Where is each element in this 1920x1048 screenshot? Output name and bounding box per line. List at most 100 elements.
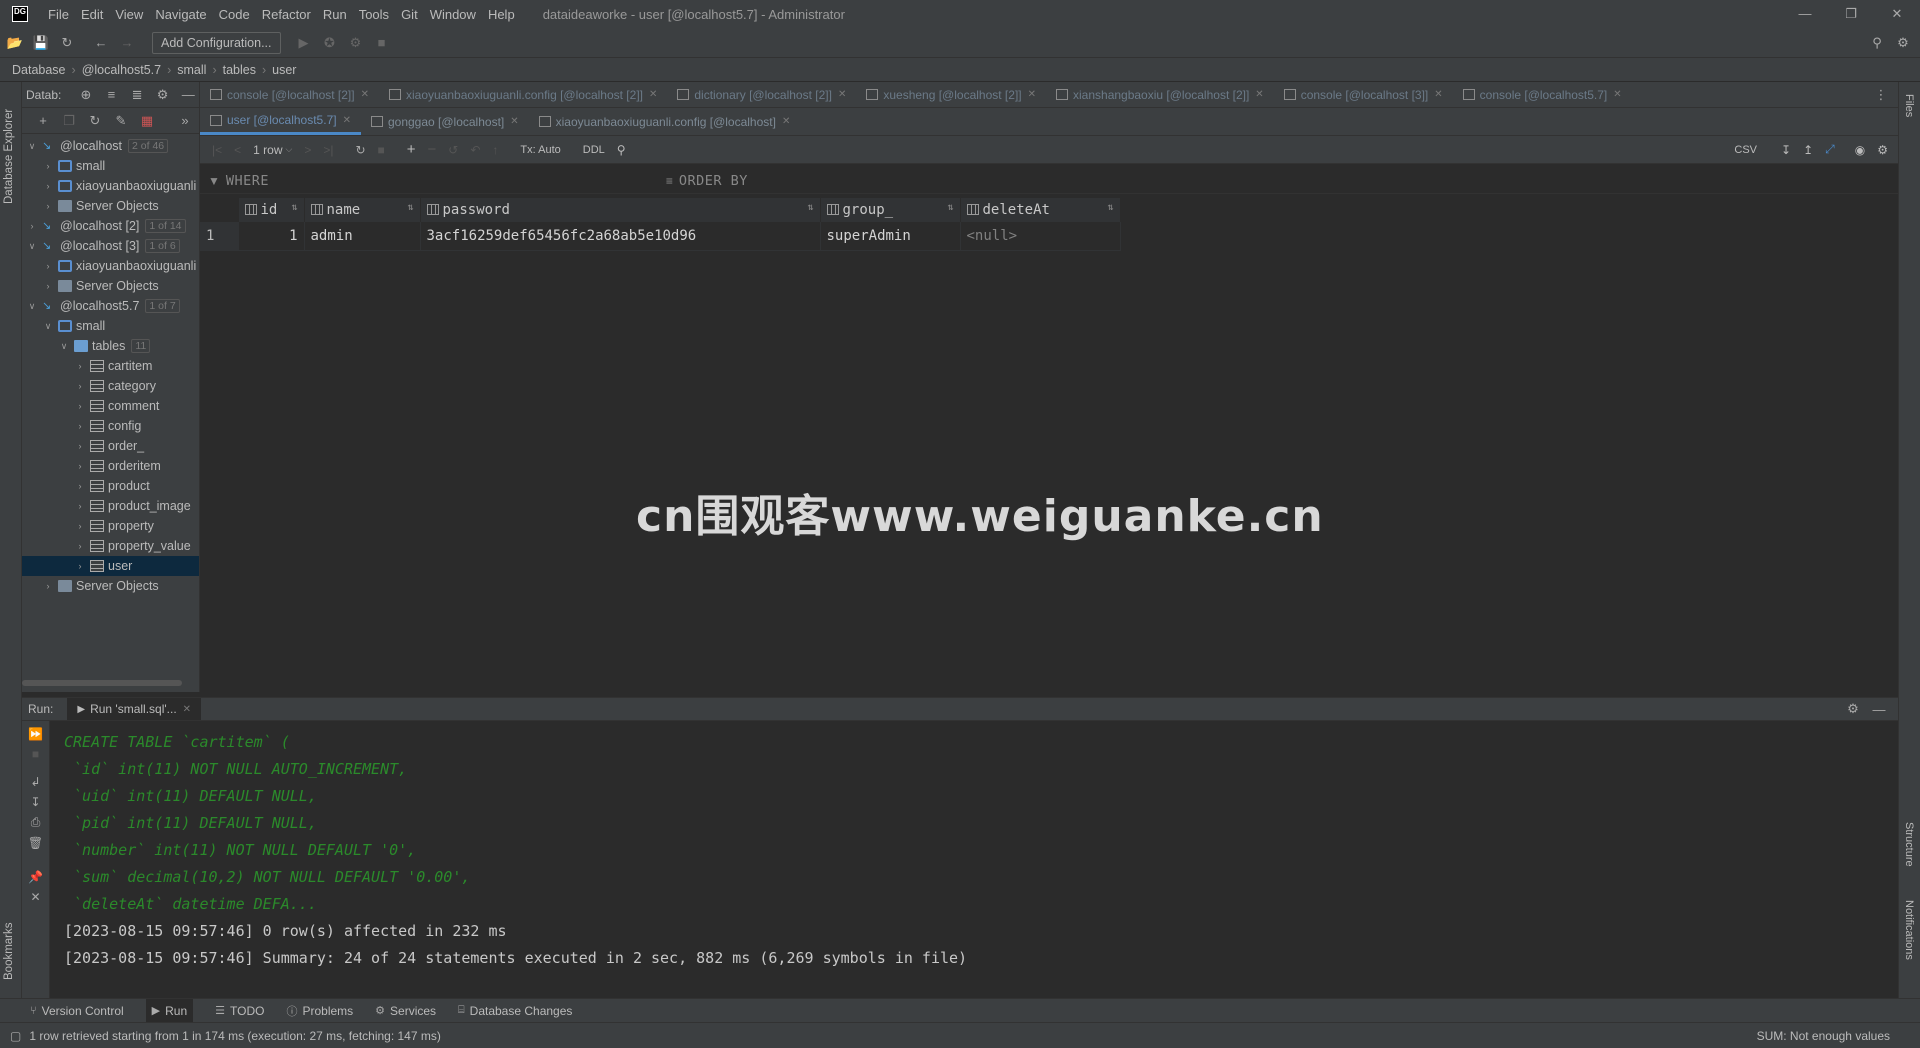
tree-item[interactable]: › orderitem: [22, 456, 199, 476]
menu-run[interactable]: Run: [317, 7, 353, 22]
chevron-right-icon[interactable]: ›: [74, 561, 86, 571]
close-icon[interactable]: ✕: [1874, 0, 1920, 28]
hide-panel-icon[interactable]: —: [177, 84, 199, 106]
copy-icon[interactable]: ❐: [58, 110, 80, 132]
editor-tab[interactable]: user [@localhost5.7] ✕: [200, 109, 361, 135]
more-tabs-icon[interactable]: ⋮: [1870, 84, 1892, 106]
tool-structure[interactable]: Structure: [1903, 822, 1915, 867]
cell-group_[interactable]: superAdmin: [820, 222, 961, 251]
search-icon[interactable]: ⚲: [617, 143, 626, 157]
pin-icon[interactable]: 📌: [28, 870, 43, 884]
close-tab-icon[interactable]: ✕: [361, 89, 369, 100]
column-header-deleteAt[interactable]: deleteAt ⇅: [960, 198, 1121, 222]
tool-notifications[interactable]: Notifications: [1903, 900, 1915, 960]
tree-item[interactable]: › property_value: [22, 536, 199, 556]
breadcrumb-item[interactable]: small: [177, 63, 206, 77]
refresh-icon[interactable]: ↻: [84, 110, 106, 132]
stop-run-icon[interactable]: ■: [32, 747, 39, 761]
tree-item[interactable]: ∨ ↘ @localhost 2 of 46: [22, 136, 199, 156]
restore-icon[interactable]: ❐: [1828, 0, 1874, 28]
tree-item[interactable]: › xiaoyuanbaoxiuguanli: [22, 176, 199, 196]
add-configuration-button[interactable]: Add Configuration...: [152, 31, 281, 54]
collapse-all-icon[interactable]: ≣: [126, 84, 148, 106]
menu-view[interactable]: View: [109, 7, 149, 22]
close-tab-icon[interactable]: ✕: [183, 704, 191, 715]
where-filter[interactable]: WHERE: [226, 173, 626, 189]
menu-file[interactable]: File: [42, 7, 75, 22]
sort-icon[interactable]: ⇅: [1107, 202, 1113, 213]
close-tab-icon[interactable]: ✕: [510, 116, 518, 127]
column-header-name[interactable]: name ⇅: [304, 198, 421, 222]
run-settings-icon[interactable]: ⚙: [1842, 698, 1864, 720]
rerun-icon[interactable]: ⏩: [28, 727, 43, 741]
menu-navigate[interactable]: Navigate: [149, 7, 212, 22]
tree-item[interactable]: › Server Objects: [22, 276, 199, 296]
chevron-right-icon[interactable]: ›: [74, 421, 86, 431]
breadcrumb-item[interactable]: tables: [223, 63, 256, 77]
cell-deleteAt[interactable]: <null>: [960, 222, 1121, 251]
grid-settings-icon[interactable]: ⚙: [1877, 143, 1888, 157]
table-row[interactable]: 1 1 admin 3acf16259def65456fc2a68ab5e10d96 s…: [200, 222, 1121, 251]
compare-icon[interactable]: ⤢: [1825, 142, 1835, 157]
tree-item[interactable]: › small: [22, 156, 199, 176]
chevron-right-icon[interactable]: ›: [42, 581, 54, 591]
close-tab-icon[interactable]: ✕: [1613, 89, 1621, 100]
first-page-icon[interactable]: |<: [212, 143, 222, 157]
editor-tab[interactable]: console [@localhost5.7] ✕: [1453, 82, 1632, 108]
menu-window[interactable]: Window: [424, 7, 482, 22]
target-icon[interactable]: ⊕: [75, 84, 97, 106]
gear-icon[interactable]: ⚙: [152, 84, 174, 106]
close-tab-icon[interactable]: ✕: [838, 89, 846, 100]
tree-item[interactable]: › cartitem: [22, 356, 199, 376]
chevron-right-icon[interactable]: ›: [74, 481, 86, 491]
tool-database-changes[interactable]: ⌸ Database Changes: [458, 1004, 572, 1018]
revert-icon[interactable]: ↺: [448, 143, 458, 157]
tool-database-explorer[interactable]: Database Explorer: [3, 88, 15, 204]
chevron-right-icon[interactable]: ›: [74, 401, 86, 411]
tool-files[interactable]: Files: [1903, 94, 1915, 117]
editor-tab[interactable]: xiaoyuanbaoxiuguanli.config [@localhost …: [379, 82, 667, 108]
chevron-right-icon[interactable]: ›: [74, 381, 86, 391]
tool-bookmarks[interactable]: Bookmarks: [3, 910, 15, 980]
menu-tools[interactable]: Tools: [353, 7, 395, 22]
tree-item[interactable]: › config: [22, 416, 199, 436]
reload-icon[interactable]: ↻: [355, 143, 365, 157]
db-tree-scrollbar[interactable]: [22, 680, 182, 686]
breadcrumb-item[interactable]: @localhost5.7: [82, 63, 161, 77]
tree-item[interactable]: ∨ small: [22, 316, 199, 336]
view-icon[interactable]: ◉: [1855, 143, 1865, 157]
tree-item[interactable]: › Server Objects: [22, 196, 199, 216]
clear-icon[interactable]: 🗑: [28, 836, 43, 850]
chevron-right-icon[interactable]: ›: [74, 541, 86, 551]
tree-item[interactable]: ∨ ↘ @localhost5.7 1 of 7: [22, 296, 199, 316]
sort-icon[interactable]: ⇅: [407, 202, 413, 213]
next-page-icon[interactable]: >: [304, 143, 311, 157]
editor-tab[interactable]: gonggao [@localhost] ✕: [361, 109, 529, 135]
chevron-right-icon[interactable]: ›: [42, 281, 54, 291]
chevron-down-icon[interactable]: ∨: [26, 301, 38, 312]
chevron-right-icon[interactable]: ›: [74, 501, 86, 511]
editor-tab[interactable]: xiaoyuanbaoxiuguanli.config [@localhost]…: [529, 109, 801, 135]
tool-version-control[interactable]: ⑂ Version Control: [30, 1004, 124, 1018]
tree-item[interactable]: › comment: [22, 396, 199, 416]
settings-icon[interactable]: ⚙: [1892, 32, 1914, 54]
coverage-icon[interactable]: ⚙: [345, 32, 367, 54]
debug-icon[interactable]: ✪: [319, 32, 341, 54]
editor-tab[interactable]: dictionary [@localhost [2]] ✕: [667, 82, 856, 108]
column-header-id[interactable]: id ⇅: [238, 198, 305, 222]
chevron-right-icon[interactable]: ›: [42, 161, 54, 171]
tree-item[interactable]: ∨ tables 11: [22, 336, 199, 356]
tool-run[interactable]: ▶ Run: [145, 998, 194, 1023]
last-page-icon[interactable]: >|: [323, 143, 333, 157]
edit-properties-icon[interactable]: ✎: [110, 110, 132, 132]
open-folder-icon[interactable]: 📂: [4, 32, 26, 54]
chevron-right-icon[interactable]: ›: [26, 221, 38, 231]
column-header-group_[interactable]: group_ ⇅: [820, 198, 961, 222]
soft-wrap-icon[interactable]: ↲: [30, 775, 40, 789]
sort-icon[interactable]: ⇅: [947, 202, 953, 213]
tree-item[interactable]: › property: [22, 516, 199, 536]
export-format-selector[interactable]: CSV: [1734, 144, 1757, 156]
hide-run-panel-icon[interactable]: —: [1868, 698, 1890, 720]
add-row-icon[interactable]: +: [407, 141, 416, 158]
print-icon[interactable]: ⎙: [31, 815, 41, 830]
